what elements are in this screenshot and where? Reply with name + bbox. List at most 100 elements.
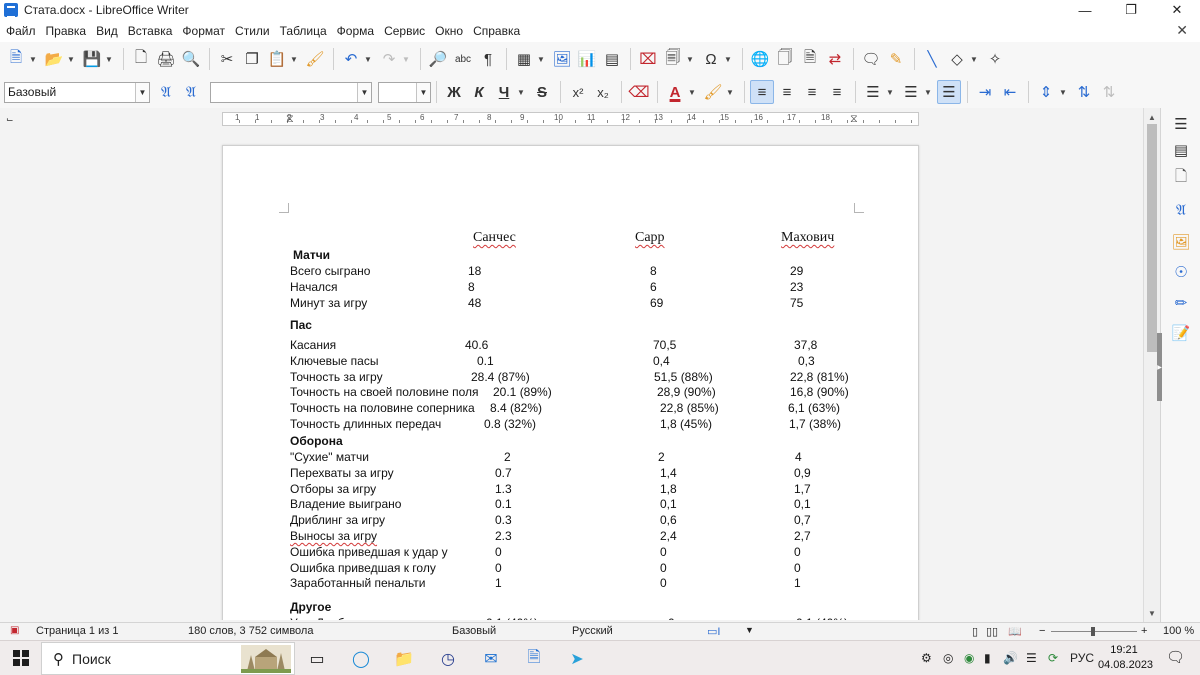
chevron-down-icon[interactable]: ▼ (416, 82, 430, 102)
copy-icon[interactable]: ❐ (240, 47, 264, 71)
align-right-icon[interactable]: ≡ (800, 80, 824, 104)
mail-icon[interactable]: ✉ (477, 645, 505, 673)
tab-stop-selector[interactable]: ⌙ (6, 114, 14, 125)
menu-insert[interactable]: Вставка (126, 24, 181, 38)
minimize-button[interactable]: — (1062, 0, 1108, 20)
book-view-icon[interactable]: 📖 (1008, 625, 1022, 638)
cross-reference-icon[interactable]: ⇄ (823, 47, 847, 71)
chevron-down-icon[interactable]: ▼ (724, 55, 733, 64)
properties-icon[interactable]: ▤ (1171, 140, 1191, 160)
draw-functions-icon[interactable]: ✧ (983, 47, 1007, 71)
system-clock[interactable]: 19:21 04.08.2023 (1098, 643, 1153, 673)
undo-icon[interactable]: ↶ (339, 47, 363, 71)
superscript-button[interactable]: x² (566, 80, 590, 104)
open-folder-icon[interactable]: 📂 (42, 47, 66, 71)
chevron-down-icon[interactable]: ▼ (537, 55, 546, 64)
cut-icon[interactable]: ✂ (215, 47, 239, 71)
manage-changes-icon[interactable]: ✏ (1171, 293, 1191, 313)
find-replace-icon[interactable]: 🔎 (426, 47, 450, 71)
decrease-paragraph-spacing-icon[interactable]: ⇅ (1097, 80, 1121, 104)
multi-page-view-icon[interactable]: ▯▯ (986, 625, 998, 638)
clone-formatting-icon[interactable]: 🖌 (303, 47, 327, 71)
highlight-color-icon[interactable]: 🖌 (701, 80, 725, 104)
task-view-icon[interactable]: ▭ (303, 645, 331, 673)
chevron-down-icon[interactable]: ▼ (67, 55, 76, 64)
scroll-up-icon[interactable]: ▲ (1144, 110, 1160, 124)
zoom-slider-handle[interactable] (1091, 627, 1095, 636)
chevron-down-icon[interactable]: ▼ (364, 55, 373, 64)
page-count[interactable]: Страница 1 из 1 (36, 625, 118, 637)
menu-form[interactable]: Форма (335, 24, 382, 38)
menu-tools[interactable]: Сервис (382, 24, 433, 38)
word-count[interactable]: 180 слов, 3 752 символа (188, 625, 313, 637)
chevron-down-icon[interactable]: ▼ (290, 55, 299, 64)
hyperlink-icon[interactable]: 🌐 (748, 47, 772, 71)
document-modified-icon[interactable]: ▣ (10, 625, 19, 636)
paste-icon[interactable]: 📋 (265, 47, 289, 71)
page-icon[interactable]: 🗋 (1171, 168, 1191, 188)
basic-shapes-icon[interactable]: ◇ (945, 47, 969, 71)
special-character-icon[interactable]: Ω (699, 47, 723, 71)
page-style[interactable]: Базовый (452, 625, 496, 637)
line-spacing-icon[interactable]: ⇕ (1034, 80, 1058, 104)
close-button[interactable]: ✕ (1154, 0, 1200, 20)
line-icon[interactable]: ╲ (920, 47, 944, 71)
insert-table-icon[interactable]: ▦ (512, 47, 536, 71)
edge-browser-icon[interactable]: ◯ (347, 645, 375, 673)
tray-app-icon[interactable]: ⚙ (921, 651, 932, 665)
font-name-select[interactable]: ▼ (210, 81, 372, 103)
network-icon[interactable]: ☰ (1026, 651, 1037, 665)
menu-window[interactable]: Окно (433, 24, 471, 38)
endnote-icon[interactable]: 🗎 (798, 47, 822, 71)
comment-icon[interactable]: 🗨 (859, 47, 883, 71)
scroll-down-icon[interactable]: ▼ (1144, 606, 1160, 620)
language-status[interactable]: Русский (572, 625, 613, 637)
subscript-button[interactable]: x₂ (591, 80, 615, 104)
chevron-down-icon[interactable]: ▼ (1059, 88, 1068, 97)
font-color-icon[interactable]: A (663, 80, 687, 104)
windows-start-button[interactable] (13, 650, 29, 666)
sidebar-menu-icon[interactable]: ☰ (1171, 114, 1191, 134)
battery-icon[interactable]: ▮ (984, 651, 991, 665)
italic-button[interactable]: К (467, 80, 491, 104)
telegram-icon[interactable]: ➤ (563, 645, 591, 673)
chevron-down-icon[interactable]: ▼ (924, 88, 933, 97)
chevron-down-icon[interactable]: ▼ (726, 88, 735, 97)
zoom-out-button[interactable]: − (1039, 625, 1045, 637)
menu-table[interactable]: Таблица (278, 24, 335, 38)
underline-button[interactable]: Ч (492, 80, 516, 104)
export-pdf-icon[interactable]: 🗋 (129, 47, 153, 71)
chevron-down-icon[interactable]: ▼ (517, 88, 526, 97)
save-icon[interactable]: 💾 (80, 47, 104, 71)
chevron-down-icon[interactable]: ▼ (686, 55, 695, 64)
menu-styles[interactable]: Стили (233, 24, 278, 38)
app-launcher-icon[interactable]: ◷ (434, 645, 462, 673)
volume-icon[interactable]: 🔊 (1003, 651, 1018, 665)
navigator-icon[interactable]: ☉ (1171, 262, 1191, 282)
update-style-icon[interactable]: 𝔄 (154, 80, 178, 104)
bold-button[interactable]: Ж (442, 80, 466, 104)
chevron-down-icon[interactable]: ▼ (357, 82, 371, 102)
unordered-list-icon[interactable]: ☰ (861, 80, 885, 104)
input-language[interactable]: РУС (1070, 651, 1094, 665)
menu-help[interactable]: Справка (471, 24, 528, 38)
insert-mode-icon[interactable]: ▭I (707, 625, 720, 638)
selection-mode-icon[interactable]: ▼ (745, 625, 754, 635)
horizontal-ruler[interactable]: 1 1 2 3 4 5 6 7 8 9 10 11 12 13 14 15 16 17 18 ⧖ ⧖ (222, 112, 919, 126)
chevron-down-icon[interactable]: ▼ (402, 55, 411, 64)
chevron-down-icon[interactable]: ▼ (688, 88, 697, 97)
tray-camera-icon[interactable]: ◎ (943, 651, 953, 665)
clear-formatting-icon[interactable]: ⌫ (627, 80, 651, 104)
ordered-list-icon[interactable]: ☰ (899, 80, 923, 104)
document-area[interactable]: Санчес Сарр Махович Матчи Всего сыграно 18… (0, 130, 1143, 620)
file-explorer-icon[interactable]: 📁 (390, 645, 418, 673)
insert-field-icon[interactable]: 🗐 (661, 47, 685, 71)
indent-marker-icon[interactable]: ⧖ (286, 113, 294, 126)
sidebar-collapse-handle[interactable]: ▶ (1157, 333, 1162, 401)
chevron-down-icon[interactable]: ▼ (970, 55, 979, 64)
redo-icon[interactable]: ↷ (377, 47, 401, 71)
taskbar-search[interactable]: ⚲ Поиск (41, 642, 295, 675)
libreoffice-writer-taskbar-icon[interactable]: 🗎 (520, 645, 548, 673)
zoom-in-button[interactable]: + (1141, 625, 1147, 637)
tray-security-icon[interactable]: ◉ (964, 651, 974, 665)
